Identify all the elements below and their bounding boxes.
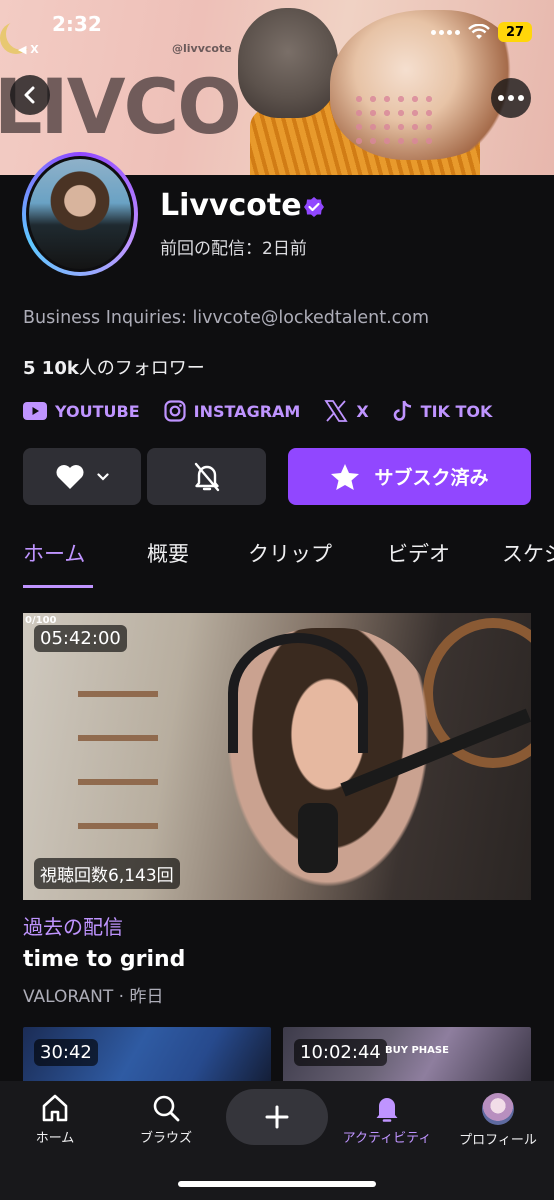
social-label-tiktok: TIK TOK	[420, 401, 493, 421]
nav-label-profile: プロフィール	[459, 1133, 537, 1148]
social-link-instagram[interactable]: INSTAGRAM	[164, 400, 301, 422]
subscribed-label: サブスク済み	[374, 467, 489, 489]
status-time: 2:32	[52, 12, 102, 36]
home-icon	[42, 1094, 68, 1122]
view-count: 視聴回数6,143回	[34, 858, 180, 889]
last-stream-text: 前回の配信：2日前	[160, 239, 307, 259]
notifications-button[interactable]	[147, 448, 266, 505]
follow-button[interactable]	[23, 448, 141, 505]
nav-label-home: ホーム	[35, 1131, 75, 1146]
back-to-app[interactable]: ◀ X	[18, 43, 39, 56]
avatar-image	[26, 156, 134, 272]
nav-home[interactable]: ホーム	[0, 1093, 110, 1146]
instagram-icon	[164, 400, 186, 422]
social-link-tiktok[interactable]: TIK TOK	[393, 400, 493, 422]
heart-icon	[56, 464, 84, 489]
featured-video-thumbnail[interactable]: 0/100 05:42:00 視聴回数6,143回	[23, 613, 531, 900]
social-label-x: X	[356, 401, 369, 421]
social-label-youtube: YOUTUBE	[55, 401, 140, 421]
more-icon	[498, 95, 524, 101]
active-tab-indicator	[23, 585, 93, 588]
video-thumbnail[interactable]: 30:42	[23, 1027, 271, 1087]
more-options-button[interactable]	[491, 78, 531, 118]
search-icon	[153, 1095, 180, 1122]
nav-activity[interactable]: アクティビティ	[332, 1093, 442, 1146]
tab-schedule[interactable]: スケジ	[502, 538, 554, 568]
video-title[interactable]: time to grind	[23, 947, 185, 972]
avatar	[482, 1093, 514, 1125]
banner-art-cat	[238, 8, 338, 118]
home-indicator	[178, 1181, 376, 1187]
social-label-instagram: INSTAGRAM	[193, 401, 301, 421]
video-duration: 10:02:44	[294, 1039, 387, 1066]
subscribed-button[interactable]: サブスク済み	[288, 448, 531, 505]
video-meta: VALORANT · 昨日	[23, 987, 164, 1007]
channel-avatar[interactable]	[22, 152, 138, 276]
tab-videos[interactable]: ビデオ	[387, 538, 450, 568]
banner-handle: @livvcote	[172, 42, 232, 55]
follower-count: 5 10k人のフォロワー	[23, 354, 205, 380]
channel-bio: Business Inquiries: livvcote@lockedtalen…	[23, 308, 430, 328]
bell-icon	[376, 1098, 398, 1122]
thumbnail-art-headset	[228, 633, 368, 753]
star-icon	[331, 463, 360, 490]
channel-name: Livvcote	[160, 188, 302, 223]
thumbnail-art-mic	[298, 803, 338, 873]
nav-label-activity: アクティビティ	[342, 1131, 432, 1146]
social-link-x[interactable]: X	[324, 400, 369, 422]
social-link-youtube[interactable]: YOUTUBE	[23, 402, 140, 421]
social-links: YOUTUBE INSTAGRAM X TIK TOK	[23, 400, 516, 422]
verified-badge-icon	[304, 197, 324, 217]
plus-icon	[265, 1105, 289, 1129]
wifi-icon	[468, 24, 490, 39]
section-label: 過去の配信	[23, 915, 123, 939]
nav-profile[interactable]: プロフィール	[443, 1093, 553, 1148]
chevron-left-icon	[24, 86, 35, 104]
video-thumbnail[interactable]: 10:02:44 BUY PHASE	[283, 1027, 531, 1087]
banner-art-flowers	[352, 92, 432, 152]
status-indicators: 27	[431, 22, 532, 42]
tab-about[interactable]: 概要	[147, 538, 189, 568]
cellular-icon	[431, 29, 460, 35]
follower-number: 5 10k	[23, 358, 79, 379]
create-button[interactable]	[226, 1089, 328, 1145]
nav-label-browse: ブラウズ	[139, 1131, 192, 1146]
back-button[interactable]	[10, 75, 50, 115]
follower-suffix: 人のフォロワー	[78, 358, 205, 379]
x-icon	[324, 400, 348, 422]
thumbnail-art-shelf	[78, 653, 158, 853]
youtube-icon	[23, 402, 47, 420]
chevron-down-icon	[97, 472, 109, 481]
video-duration: 05:42:00	[34, 625, 127, 652]
battery-icon: 27	[498, 22, 532, 42]
video-duration: 30:42	[34, 1039, 98, 1066]
nav-browse[interactable]: ブラウズ	[111, 1093, 221, 1146]
thumbnail-overlay-text: BUY PHASE	[385, 1045, 449, 1056]
channel-tabs: ホーム 概要 クリップ ビデオ スケジ	[0, 530, 554, 590]
tab-clips[interactable]: クリップ	[248, 538, 332, 568]
tab-home[interactable]: ホーム	[23, 538, 85, 568]
bell-off-icon	[194, 462, 219, 491]
tiktok-icon	[393, 400, 411, 421]
